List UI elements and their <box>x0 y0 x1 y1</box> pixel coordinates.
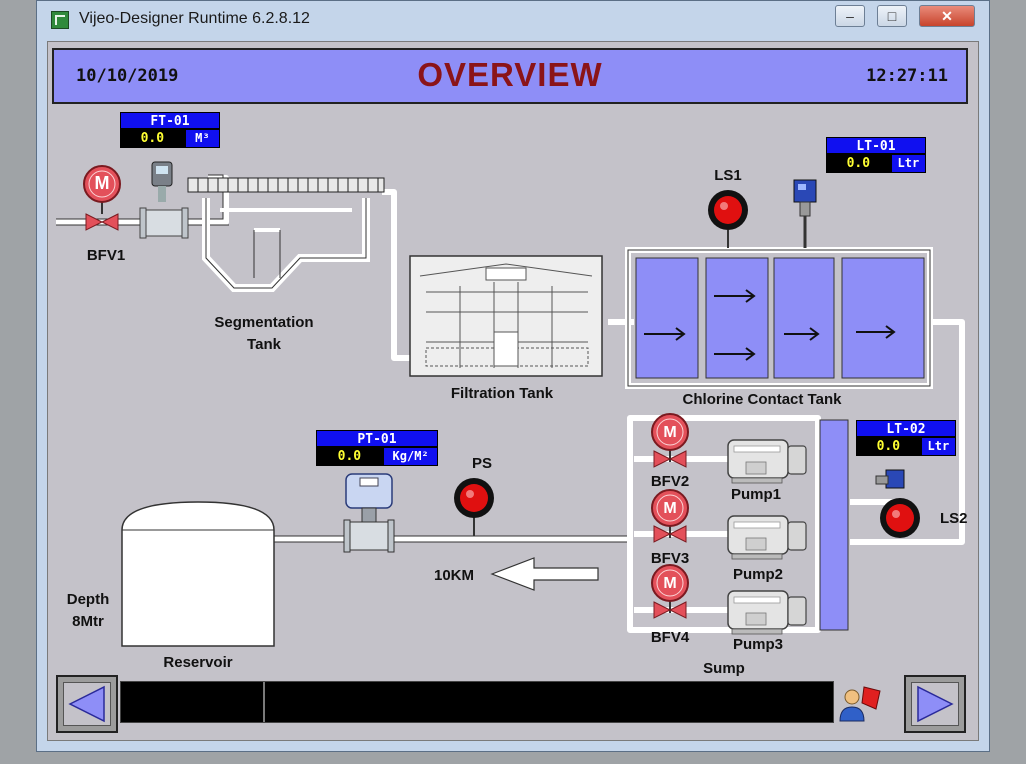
label-depth-2: 8Mtr <box>72 613 104 630</box>
label-segmentation-tank-1: Segmentation <box>214 314 313 331</box>
pump-2[interactable] <box>727 515 807 560</box>
pressure-switch-ps[interactable] <box>454 478 494 536</box>
alarm-message-bar <box>120 681 834 723</box>
alarm-button[interactable] <box>836 683 886 723</box>
pressure-transmitter-pt01[interactable] <box>343 473 395 553</box>
tag-lt02-name: LT-02 <box>856 420 956 437</box>
tag-pt01[interactable]: PT-01 0.0 Kg/M² <box>316 430 438 466</box>
level-switch-ls1[interactable] <box>708 190 748 248</box>
sump-tank <box>819 419 849 631</box>
svg-text:M: M <box>663 424 676 441</box>
valve-bfv2[interactable]: M <box>651 413 689 468</box>
tag-lt02[interactable]: LT-02 0.0 Ltr <box>856 420 956 456</box>
label-distance: 10KM <box>434 567 474 584</box>
svg-text:M: M <box>95 173 110 193</box>
label-filtration-tank: Filtration Tank <box>451 385 554 402</box>
operator-alarm-icon <box>839 686 881 722</box>
level-switch-ls2[interactable] <box>880 498 920 538</box>
segmentation-tank <box>187 177 385 292</box>
svg-text:M: M <box>663 500 676 517</box>
prev-page-button[interactable] <box>56 675 118 733</box>
label-pump3: Pump3 <box>733 636 783 653</box>
flow-meter-ft01[interactable] <box>139 161 189 239</box>
label-ps: PS <box>472 455 492 472</box>
label-depth-1: Depth <box>67 591 110 608</box>
tag-lt01-name: LT-01 <box>826 137 926 154</box>
label-chlorine-contact-tank: Chlorine Contact Tank <box>683 391 843 408</box>
reservoir-tank <box>121 501 275 647</box>
valve-bfv4[interactable]: M <box>651 564 689 619</box>
pump-1[interactable] <box>727 439 807 484</box>
maximize-button[interactable]: □ <box>877 5 907 27</box>
tag-ft01-value: 0.0 <box>140 131 165 146</box>
filtration-tank <box>409 255 603 377</box>
tag-lt01-value: 0.0 <box>846 156 871 171</box>
valve-bfv3[interactable]: M <box>651 489 689 543</box>
title-bar: Vijeo-Designer Runtime 6.2.8.12 – □ ✕ <box>37 1 989 41</box>
flow-direction-arrow <box>490 557 599 591</box>
hmi-screen: 10/10/2019 OVERVIEW 12:27:11 M BFV1 Segm… <box>47 41 979 741</box>
chlorine-contact-tank <box>625 247 933 389</box>
level-transmitter-lt01[interactable] <box>793 179 817 248</box>
label-bfv4: BFV4 <box>651 629 690 646</box>
tag-lt02-unit: Ltr <box>921 438 955 455</box>
window-title: Vijeo-Designer Runtime 6.2.8.12 <box>79 10 310 27</box>
label-ls2: LS2 <box>940 510 968 527</box>
label-bfv1: BFV1 <box>87 247 125 264</box>
label-pump1: Pump1 <box>731 486 781 503</box>
footer-bar <box>52 675 968 735</box>
runtime-window: Vijeo-Designer Runtime 6.2.8.12 – □ ✕ 10… <box>36 0 990 752</box>
tag-lt02-value: 0.0 <box>876 439 901 454</box>
label-reservoir: Reservoir <box>163 654 232 671</box>
right-triangle-icon <box>917 685 954 723</box>
tag-ft01[interactable]: FT-01 0.0 M³ <box>120 112 220 148</box>
app-icon <box>51 11 69 29</box>
label-bfv2: BFV2 <box>651 473 689 490</box>
tag-ft01-name: FT-01 <box>120 112 220 129</box>
level-transmitter-lt02[interactable] <box>875 469 905 489</box>
tag-lt01-unit: Ltr <box>891 155 925 172</box>
tag-lt01[interactable]: LT-01 0.0 Ltr <box>826 137 926 173</box>
minimize-button[interactable]: – <box>835 5 865 27</box>
label-ls1: LS1 <box>714 167 742 184</box>
close-button[interactable]: ✕ <box>919 5 975 27</box>
tag-pt01-value: 0.0 <box>337 449 362 464</box>
next-page-button[interactable] <box>904 675 966 733</box>
tag-pt01-unit: Kg/M² <box>384 448 437 465</box>
label-segmentation-tank-2: Tank <box>247 336 282 353</box>
tag-ft01-unit: M³ <box>185 130 219 147</box>
left-triangle-icon <box>68 685 105 723</box>
tag-pt01-name: PT-01 <box>316 430 438 447</box>
label-pump2: Pump2 <box>733 566 783 583</box>
svg-text:M: M <box>663 575 676 592</box>
